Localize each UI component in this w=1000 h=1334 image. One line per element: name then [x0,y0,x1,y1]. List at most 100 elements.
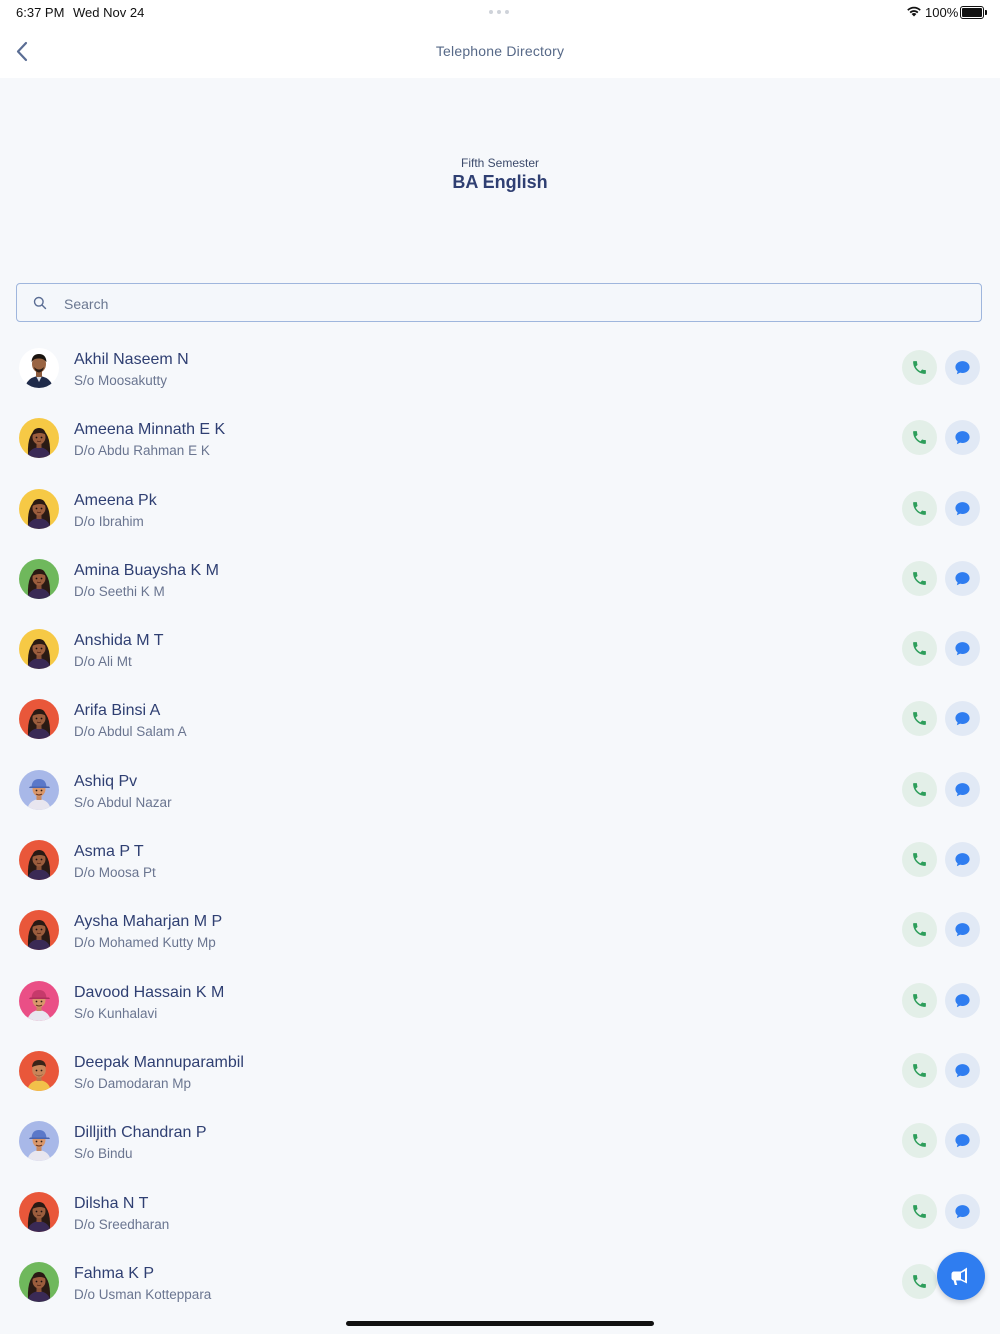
contact-name: Fahma K P [74,1264,155,1282]
status-time: 6:37 PM [16,5,65,20]
call-button[interactable] [902,631,937,667]
list-item[interactable]: Aysha Maharjan M P D/o Mohamed Kutty Mp [0,895,1000,965]
contact-relation: D/o Mohamed Kutty Mp [74,935,216,951]
search-input[interactable] [62,293,946,315]
battery-icon [960,6,987,19]
contact-name: Aysha Maharjan M P [74,913,223,931]
contact-name: Asma P T [74,843,144,861]
avatar [19,1261,59,1302]
chat-bubble-icon [955,501,970,515]
list-item[interactable]: Dilsha N T D/o Sreedharan [0,1177,1000,1247]
call-button[interactable] [902,560,937,596]
list-item[interactable]: Fahma K P D/o Usman Kotteppara [0,1247,1000,1317]
call-button[interactable] [902,771,937,807]
chat-bubble-icon [955,1204,970,1218]
list-item[interactable]: Davood Hassain K M S/o Kunhalavi [0,966,1000,1036]
message-button[interactable] [945,350,980,385]
contact-name: Anshida M T [74,632,164,650]
list-item[interactable]: Amina Buaysha K M D/o Seethi K M [0,544,1000,614]
call-button[interactable] [902,1052,937,1088]
chat-bubble-icon [955,572,970,586]
announcement-fab-button[interactable] [937,1252,985,1300]
message-button[interactable] [945,631,980,667]
contact-name: Dilljith Chandran P [74,1124,207,1142]
contact-name: Dilsha N T [74,1194,149,1212]
message-button[interactable] [945,982,980,1018]
contact-relation: S/o Abdul Nazar [74,794,172,810]
avatar [19,418,59,459]
phone-icon [913,993,926,1007]
call-button[interactable] [902,1263,937,1299]
search-icon [33,296,47,310]
wifi-icon [907,6,921,17]
call-button[interactable] [902,420,937,456]
avatar [19,769,59,810]
contact-relation: D/o Sreedharan [74,1216,170,1232]
contact-name: Ameena Minnath E K [74,421,226,439]
list-item[interactable]: Arifa Binsi A D/o Abdul Salam A [0,684,1000,754]
call-button[interactable] [902,912,937,948]
contact-relation: D/o Abdul Salam A [74,724,187,740]
megaphone-icon [951,1267,967,1285]
phone-icon [913,361,926,374]
avatar [19,699,59,740]
call-button[interactable] [902,1123,937,1159]
chat-bubble-icon [955,1134,970,1148]
contact-name: Amina Buaysha K M [74,561,219,579]
list-item[interactable]: Asma P T D/o Moosa Pt [0,825,1000,895]
chat-bubble-icon [955,712,970,726]
chat-bubble-icon [955,1064,970,1078]
message-button[interactable] [945,490,980,526]
list-item[interactable]: Deepak Mannuparambil S/o Damodaran Mp [0,1036,1000,1106]
message-button[interactable] [945,1052,980,1088]
avatar [19,980,59,1021]
contact-name: Akhil Naseem N [74,351,189,368]
contact-relation: S/o Damodaran Mp [74,1075,192,1091]
contact-relation: D/o Usman Kotteppara [74,1286,212,1302]
home-indicator[interactable] [346,1321,654,1326]
navigation-bar: Telephone Directory [0,26,1000,78]
call-button[interactable] [902,1193,937,1229]
chat-bubble-icon [955,642,970,656]
list-item[interactable]: Ameena Minnath E K D/o Abdu Rahman E K [0,403,1000,473]
message-button[interactable] [945,1123,980,1159]
phone-icon [913,923,926,937]
call-button[interactable] [902,982,937,1018]
contact-relation: D/o Moosa Pt [74,865,156,881]
call-button[interactable] [902,350,937,385]
contact-relation: D/o Ibrahim [74,513,144,529]
message-button[interactable] [945,912,980,948]
contact-name: Arifa Binsi A [74,702,161,720]
phone-icon [913,1064,926,1077]
avatar [19,910,59,951]
message-button[interactable] [945,701,980,737]
multitasking-dots-icon[interactable] [489,10,511,14]
phone-icon [913,1204,926,1218]
search-box[interactable] [16,283,982,322]
list-item[interactable]: Akhil Naseem N S/o Moosakutty [0,333,1000,403]
status-bar: 6:37 PM Wed Nov 24 100% [0,0,1000,26]
phone-icon [913,501,926,515]
call-button[interactable] [902,490,937,526]
course-title: BA English [452,172,548,192]
list-item[interactable]: Anshida M T D/o Ali Mt [0,614,1000,684]
contact-name: Davood Hassain K M [74,983,225,1001]
contact-name: Deepak Mannuparambil [74,1053,244,1071]
message-button[interactable] [945,560,980,596]
phone-icon [913,712,926,726]
message-button[interactable] [945,842,980,878]
call-button[interactable] [902,842,937,878]
message-button[interactable] [945,420,980,456]
contact-name: Ashiq Pv [74,772,138,790]
list-item[interactable]: Dilljith Chandran P S/o Bindu [0,1106,1000,1176]
semester-label: Fifth Semester [460,156,540,170]
list-item[interactable]: Ashiq Pv S/o Abdul Nazar [0,755,1000,825]
contact-relation: S/o Moosakutty [74,373,168,388]
message-button[interactable] [945,771,980,807]
chat-bubble-icon [955,853,970,867]
contact-relation: D/o Seethi K M [74,583,165,599]
message-button[interactable] [945,1193,980,1229]
chat-bubble-icon [955,361,970,375]
list-item[interactable]: Ameena Pk D/o Ibrahim [0,474,1000,544]
call-button[interactable] [902,701,937,737]
